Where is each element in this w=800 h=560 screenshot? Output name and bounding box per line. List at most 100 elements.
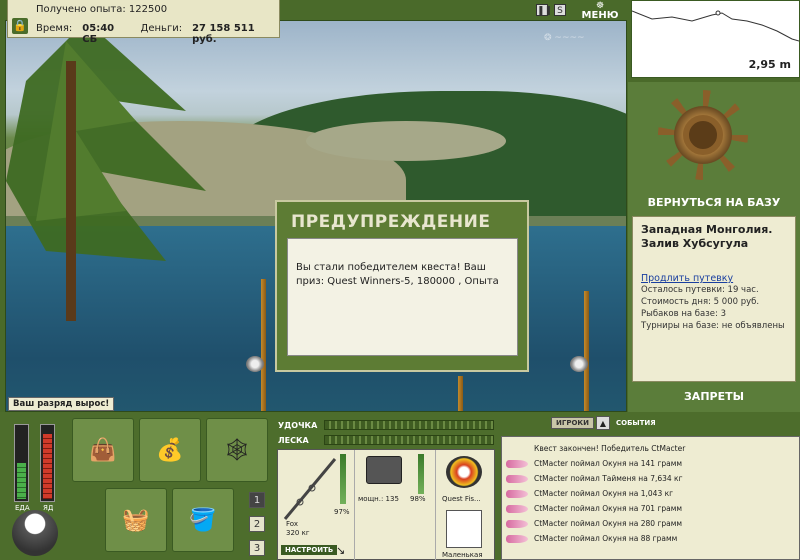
inventory-page-1[interactable]: 1 (249, 492, 265, 508)
bottom-panel: ЕДА ЯД 👜 💰 🕸 🧺 🪣 1 2 3 УДОЧКА ЛЕСКА 97% … (0, 412, 800, 560)
sack-item[interactable]: 💰 (139, 418, 201, 482)
line-bar-row: ЛЕСКА (278, 433, 494, 447)
extend-trip-link[interactable]: Продлить путевку (641, 273, 787, 284)
top-controls: ❚❚ S (536, 4, 566, 16)
fish-icon (506, 459, 528, 468)
meadow-patch (306, 121, 506, 161)
trip-left: Осталось путевки: 19 час. (641, 285, 759, 295)
reel-icon[interactable] (366, 456, 402, 484)
events-panel: ИГРОКИ ▲ СОБЫТИЯ Квест закончен! Победит… (501, 416, 800, 560)
event-text: CtMacter поймал Тайменя на 7,634 кг (534, 474, 683, 483)
event-item: CtMacter поймал Окуня на 280 грамм (506, 516, 795, 531)
lock-icon[interactable]: 🔒 (12, 18, 28, 34)
rod-percent: 97% (334, 508, 350, 516)
line-strength-bar (324, 435, 494, 445)
tournaments-info: Турниры на базе: не объявлены (641, 321, 785, 331)
experience-value: 122500 (128, 4, 168, 15)
reel-percent: 98% (410, 495, 426, 503)
fish-icon (506, 489, 528, 498)
watermark-logo: ❂ ~~~~ (544, 33, 585, 43)
poison-label: ЯД (43, 504, 54, 512)
event-text: CtMacter поймал Окуня на 1,043 кг (534, 489, 674, 498)
tab-events[interactable]: СОБЫТИЯ (612, 418, 660, 428)
dialog-title: ПРЕДУПРЕЖДЕНИЕ (291, 212, 491, 232)
reel-left[interactable] (246, 356, 264, 372)
food-meter (14, 424, 29, 502)
ship-wheel-icon[interactable] (658, 90, 748, 180)
inventory-page-2[interactable]: 2 (249, 516, 265, 532)
event-item: Квест закончен! Победитель CtMacter (506, 441, 795, 456)
rod-wear-bar (340, 454, 346, 504)
right-panel: ВЕРНУТЬСЯ НА БАЗУ Западная Монголия. Зал… (628, 82, 800, 412)
menu-button[interactable]: ☸ МЕНЮ (578, 2, 622, 22)
lure-name: Маленькая (442, 551, 483, 559)
net-item[interactable]: 🕸 (206, 418, 268, 482)
fish-icon (506, 519, 528, 528)
fishing-rod-middle[interactable] (458, 376, 463, 411)
pause-icon[interactable]: ❚❚ (536, 4, 552, 16)
pine-tree-image (6, 21, 206, 321)
trip-cost: Стоимость дня: 5 000 руб. (641, 297, 760, 307)
events-tabs: ИГРОКИ ▲ СОБЫТИЯ (551, 416, 660, 430)
event-item: CtMacter поймал Тайменя на 7,634 кг (506, 471, 795, 486)
wheel-hub (683, 115, 723, 155)
fish-icon (506, 504, 528, 513)
line-label: ЛЕСКА (278, 435, 309, 445)
reel-power: мощн.: 135 (358, 495, 399, 503)
tab-players[interactable]: ИГРОКИ (551, 417, 594, 429)
fishers-on-base: Рыбаков на базе: 3 (641, 309, 726, 319)
line-spool-icon[interactable] (446, 456, 482, 488)
status-meters: ЕДА ЯД (10, 424, 60, 524)
gear-separator-2 (435, 450, 436, 560)
reel-wear-bar (418, 454, 424, 494)
tackle-bars: УДОЧКА ЛЕСКА (278, 418, 494, 448)
line-name: Quest Fis... (442, 495, 481, 503)
gear-separator (354, 450, 355, 560)
arrow-icon[interactable]: ↘ (336, 544, 345, 557)
basket-item[interactable]: 🧺 (105, 488, 167, 552)
location-title: Западная Монголия. Залив Хубсугула (641, 223, 773, 250)
back-to-base-button[interactable]: ВЕРНУТЬСЯ НА БАЗУ (628, 196, 800, 209)
fish-icon (506, 534, 528, 543)
up-arrow-icon[interactable]: ▲ (595, 416, 610, 430)
time-label: Время: (36, 23, 73, 34)
fish-icon (506, 474, 528, 483)
depth-profile: 2,95 m (631, 0, 800, 78)
money-label: Деньги: (140, 23, 183, 34)
sound-icon[interactable]: S (554, 4, 566, 16)
event-text: CtMacter поймал Окуня на 280 грамм (534, 519, 683, 528)
pot-icon[interactable] (12, 510, 58, 556)
poison-meter (40, 424, 55, 502)
food-meter-fill (17, 463, 26, 499)
rod-name: Fox (286, 520, 298, 528)
experience-label: Получено опыта: (36, 4, 126, 15)
float-marker (715, 10, 721, 16)
rod-icon[interactable] (280, 454, 340, 524)
rod-bar-row: УДОЧКА (278, 418, 494, 432)
event-item: CtMacter поймал Окуня на 1,043 кг (506, 486, 795, 501)
event-item: CtMacter поймал Окуня на 701 грамм (506, 501, 795, 516)
money-value: 27 158 511 руб. (192, 23, 255, 45)
location-info: Западная Монголия. Залив Хубсугула Продл… (632, 216, 796, 382)
warning-dialog[interactable]: ПРЕДУПРЕЖДЕНИЕ Вы стали победителем квес… (275, 200, 529, 372)
fishing-rod-right[interactable] (584, 291, 589, 411)
bans-button[interactable]: ЗАПРЕТЫ (628, 390, 800, 403)
event-item: CtMacter поймал Окуня на 141 грамм (506, 456, 795, 471)
depth-value: 2,95 m (748, 58, 791, 71)
event-item: CtMacter поймал Окуня на 88 грамм (506, 531, 795, 546)
event-text: CtMacter поймал Окуня на 88 грамм (534, 534, 678, 543)
time-value: 05:40 СБ (82, 23, 115, 45)
reel-right[interactable] (570, 356, 588, 372)
bucket-item[interactable]: 🪣 (172, 488, 234, 552)
events-list[interactable]: Квест закончен! Победитель CtMacter CtMac… (501, 436, 800, 560)
bag-item[interactable]: 👜 (72, 418, 134, 482)
rank-up-message: Ваш разряд вырос! (8, 397, 115, 411)
fishing-rod-left[interactable] (261, 279, 266, 411)
gear-panel: 97% Fox 320 кг НАСТРОИТЬ ↘ мощн.: 135 98… (277, 449, 495, 560)
rod-strength-bar (324, 420, 494, 430)
rod-weight: 320 кг (286, 529, 310, 537)
lure-icon[interactable] (446, 510, 482, 548)
event-text: CtMacter поймал Окуня на 141 грамм (534, 459, 683, 468)
tune-button[interactable]: НАСТРОИТЬ (281, 545, 338, 555)
inventory-page-3[interactable]: 3 (249, 540, 265, 556)
